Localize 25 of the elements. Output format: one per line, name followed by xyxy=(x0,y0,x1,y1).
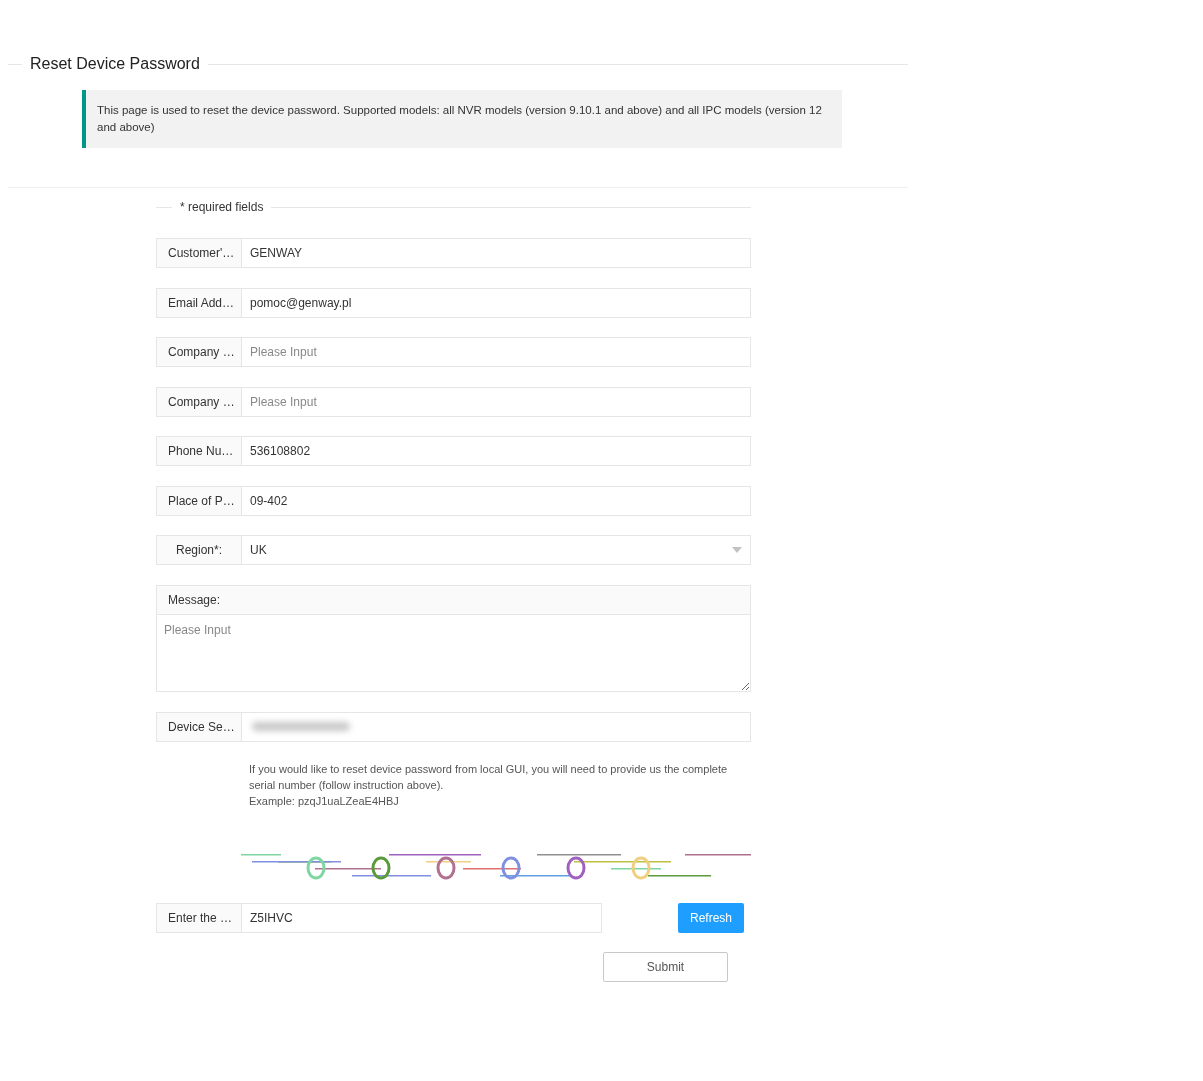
field-label: Company … xyxy=(156,337,241,367)
info-notice: This page is used to reset the device password. Supported models: all NVR models (version 9.10.1 and above) and all IPC models (version 12 and above) xyxy=(82,90,842,148)
field-label: Message: xyxy=(156,584,751,614)
input-field[interactable]: pomoc@genway.pl xyxy=(241,287,751,318)
field-label: Email Add… xyxy=(156,287,241,318)
help-text: If you would like to reset device password from local GUI, you will need to provide us the complete serial number (follow instruction above). Example: pzqJ1uaLZeaE4HBJ xyxy=(249,762,729,809)
field-label: Enter the … xyxy=(156,903,241,933)
captcha-field[interactable]: Z5IHVC xyxy=(241,903,602,933)
caret-icon xyxy=(732,547,742,553)
field-label: Region*: xyxy=(156,535,241,565)
field-label: Company … xyxy=(156,386,241,417)
field-label: Phone Nu… xyxy=(156,436,241,466)
input-field[interactable]: 536108802 xyxy=(241,436,751,466)
field-label: Device Se… xyxy=(156,711,241,742)
input-field[interactable]: 09-402 xyxy=(241,485,751,516)
input-field[interactable]: GENWAY xyxy=(241,238,751,268)
input-field[interactable]: Please Input xyxy=(241,337,751,367)
input-field[interactable]: Please Input xyxy=(241,386,751,417)
page-title: Reset Device Password xyxy=(30,54,200,74)
field-label: Place of P… xyxy=(156,485,241,516)
field-label: Customer'… xyxy=(156,238,241,268)
region-dropdown[interactable]: UK xyxy=(241,535,751,565)
required-note: * required fields xyxy=(180,199,264,216)
message-field[interactable]: Please Input xyxy=(156,613,751,692)
submit-button[interactable]: Submit xyxy=(603,952,728,982)
